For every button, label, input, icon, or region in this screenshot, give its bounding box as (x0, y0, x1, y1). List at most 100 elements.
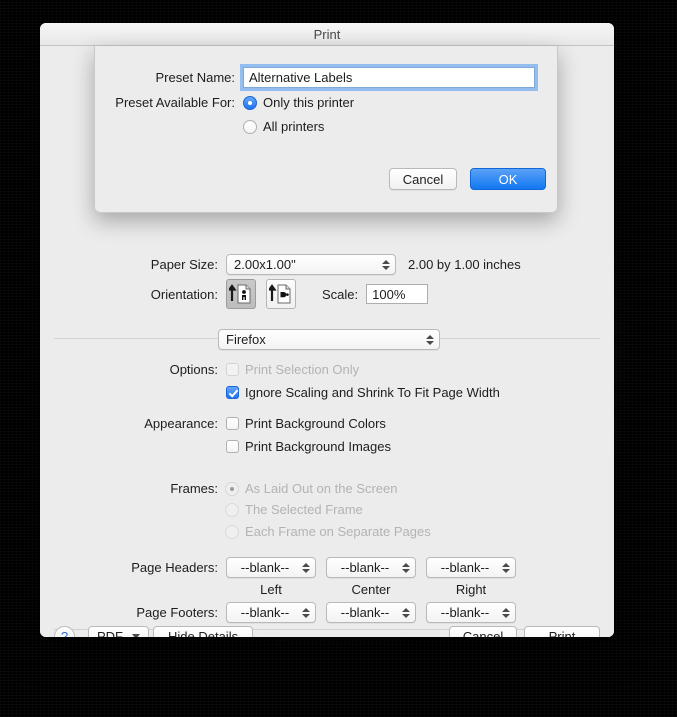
checkbox-box (226, 386, 239, 399)
page-header-right-value: --blank-- (440, 560, 490, 575)
only-this-printer-radio[interactable]: Only this printer (243, 95, 354, 110)
checkbox-box (226, 363, 239, 376)
radio-circle (243, 119, 257, 134)
preset-available-row: Preset Available For: Only this printer (95, 95, 557, 110)
updown-arrows-icon (501, 561, 510, 575)
preset-name-row: Preset Name: Alternative Labels (95, 67, 557, 88)
pdf-label: PDF (97, 629, 123, 637)
paper-size-row: Paper Size: 2.00x1.00" 2.00 by 1.00 inch… (40, 254, 614, 275)
page-footer-left-value: --blank-- (240, 605, 290, 620)
page-header-left-value: --blank-- (240, 560, 290, 575)
page-header-right-popup[interactable]: --blank-- (426, 557, 516, 578)
print-selection-only-label: Print Selection Only (245, 362, 360, 377)
updown-arrows-icon (381, 258, 390, 272)
print-bg-colors-checkbox[interactable]: Print Background Colors (226, 416, 386, 431)
updown-arrows-icon (401, 606, 410, 620)
column-caption-left: Left (260, 582, 282, 597)
page-footer-right-value: --blank-- (440, 605, 490, 620)
column-caption-center: Center (351, 582, 391, 597)
page-headers-row: Page Headers: --blank-- --blank-- --blan… (40, 557, 614, 578)
preset-name-label: Preset Name: (155, 70, 235, 85)
cancel-label: Cancel (462, 629, 504, 637)
print-button[interactable]: Print (524, 626, 600, 637)
page-headers-label: Page Headers: (131, 560, 218, 575)
updown-arrows-icon (501, 606, 510, 620)
print-label: Print (548, 629, 576, 637)
print-dialog-body: Paper Size: 2.00x1.00" 2.00 by 1.00 inch… (40, 46, 614, 637)
save-preset-sheet: Preset Name: Alternative Labels Preset A… (94, 46, 558, 213)
options-row-1: Options: Print Selection Only (40, 362, 614, 377)
page-footers-label: Page Footers: (136, 605, 218, 620)
frames-selected-frame-label: The Selected Frame (245, 502, 363, 517)
page-footer-left-popup[interactable]: --blank-- (226, 602, 316, 623)
scale-input[interactable]: 100% (366, 284, 429, 304)
all-printers-radio[interactable]: All printers (243, 119, 324, 134)
header-column-captions: Left Center Right (226, 582, 516, 597)
options-row-2: Ignore Scaling and Shrink To Fit Page Wi… (226, 385, 500, 400)
checkbox-box (226, 440, 239, 453)
radio-circle (225, 524, 239, 539)
print-bg-images-checkbox[interactable]: Print Background Images (226, 439, 391, 454)
options-label: Options: (169, 362, 218, 377)
only-this-printer-label: Only this printer (263, 95, 355, 110)
appearance-row-2: Print Background Images (226, 439, 391, 454)
orientation-landscape-button[interactable] (266, 279, 296, 309)
updown-arrows-icon (401, 561, 410, 575)
sheet-cancel-label: Cancel (402, 171, 444, 187)
orientation-row: Orientation: Scale: 100% (40, 279, 614, 309)
app-options-value: Firefox (226, 332, 266, 347)
help-button[interactable]: ? (54, 626, 75, 637)
frames-row-1: Frames: As Laid Out on the Screen (40, 481, 614, 496)
frames-as-laid-out-label: As Laid Out on the Screen (245, 481, 398, 496)
cancel-button[interactable]: Cancel (449, 626, 517, 637)
ignore-scaling-checkbox[interactable]: Ignore Scaling and Shrink To Fit Page Wi… (226, 385, 500, 400)
portrait-page-icon (229, 284, 251, 304)
app-options-popup[interactable]: Firefox (218, 329, 440, 350)
preset-name-input[interactable]: Alternative Labels (243, 67, 535, 88)
orientation-label: Orientation: (150, 286, 218, 302)
ignore-scaling-label: Ignore Scaling and Shrink To Fit Page Wi… (245, 385, 500, 400)
print-dialog-window: Print Paper Size: 2.00x1.00" 2.00 by 1.0… (40, 23, 614, 637)
appearance-label: Appearance: (144, 416, 218, 431)
page-footer-right-popup[interactable]: --blank-- (426, 602, 516, 623)
hide-details-label: Hide Details (168, 629, 239, 637)
radio-circle (225, 502, 239, 517)
frames-label: Frames: (170, 481, 218, 496)
page-footer-center-value: --blank-- (340, 605, 390, 620)
all-printers-row: All printers (243, 119, 324, 134)
page-header-center-value: --blank-- (340, 560, 390, 575)
pdf-button[interactable]: PDF (88, 626, 149, 637)
all-printers-label: All printers (263, 119, 325, 134)
print-selection-only-checkbox: Print Selection Only (226, 362, 359, 377)
preset-available-label: Preset Available For: (115, 95, 235, 110)
updown-arrows-icon (425, 333, 434, 347)
sheet-ok-button[interactable]: OK (470, 168, 546, 190)
page-header-center-popup[interactable]: --blank-- (326, 557, 416, 578)
frames-row-3: Each Frame on Separate Pages (225, 524, 431, 539)
radio-circle (225, 481, 239, 496)
print-bg-images-label: Print Background Images (245, 439, 391, 454)
landscape-page-icon (269, 284, 291, 304)
page-footers-row: Page Footers: --blank-- --blank-- --blan… (40, 602, 614, 623)
hide-details-button[interactable]: Hide Details (153, 626, 254, 637)
sheet-ok-label: OK (498, 171, 518, 187)
page-header-left-popup[interactable]: --blank-- (226, 557, 316, 578)
chevron-down-icon (132, 634, 140, 637)
updown-arrows-icon (301, 606, 310, 620)
paper-size-note: 2.00 by 1.00 inches (408, 257, 521, 272)
paper-size-value: 2.00x1.00" (234, 257, 296, 272)
print-bg-colors-label: Print Background Colors (245, 416, 386, 431)
frames-separate-pages-radio: Each Frame on Separate Pages (225, 524, 431, 539)
appearance-row-1: Appearance: Print Background Colors (40, 416, 614, 431)
preset-name-value: Alternative Labels (249, 70, 353, 85)
page-footer-center-popup[interactable]: --blank-- (326, 602, 416, 623)
radio-circle (243, 95, 257, 110)
updown-arrows-icon (301, 561, 310, 575)
sheet-cancel-button[interactable]: Cancel (389, 168, 457, 190)
paper-size-popup[interactable]: 2.00x1.00" (226, 254, 396, 275)
checkbox-box (226, 417, 239, 430)
paper-size-label: Paper Size: (150, 257, 218, 272)
frames-separate-pages-label: Each Frame on Separate Pages (245, 524, 431, 539)
window-title: Print (313, 26, 341, 42)
orientation-portrait-button[interactable] (226, 279, 256, 309)
